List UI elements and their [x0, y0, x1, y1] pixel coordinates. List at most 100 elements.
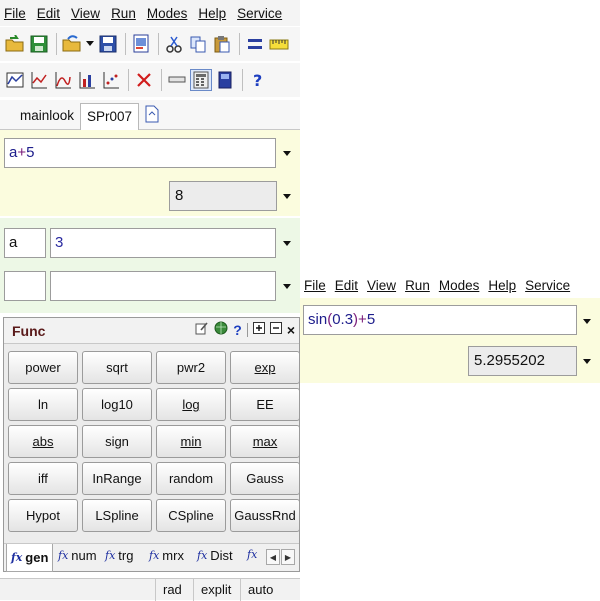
tab-mrx-label: mrx [162, 548, 184, 563]
expression-input[interactable]: sin(0.3)+5 [303, 305, 577, 335]
save-as-icon[interactable] [97, 33, 119, 55]
minimize-panel-icon[interactable] [166, 69, 188, 91]
func-abs-button[interactable]: abs [8, 425, 78, 458]
globe-icon[interactable] [214, 321, 228, 338]
fx-icon: fx [149, 549, 160, 562]
open-folder-icon[interactable] [4, 33, 26, 55]
menu-edit[interactable]: Edit [335, 278, 358, 293]
expression-dropdown-arrow[interactable] [283, 151, 291, 156]
chart-area-icon[interactable] [4, 69, 26, 91]
expression-operator: + [17, 144, 27, 161]
func-sign-button[interactable]: sign [82, 425, 152, 458]
status-angle-mode[interactable]: rad [155, 579, 191, 601]
expression-number: 0.3 [332, 311, 354, 328]
expression-input[interactable]: a+5 [4, 138, 276, 168]
tab-scroll-left-icon[interactable]: ◀ [266, 549, 280, 565]
tab-dist[interactable]: fx Dist [197, 548, 233, 563]
ruler-icon[interactable] [268, 33, 290, 55]
menu-edit-label: Edit [36, 5, 61, 21]
menu-view[interactable]: View [367, 278, 396, 293]
func-inrange-button[interactable]: InRange [82, 462, 152, 495]
tab-spr007[interactable]: SPr007 [80, 103, 140, 131]
func-lspline-button[interactable]: LSpline [82, 499, 152, 532]
func-exp-button[interactable]: exp [230, 351, 300, 384]
equals-icon[interactable] [244, 33, 266, 55]
new-tab-icon[interactable] [144, 105, 162, 123]
menu-run[interactable]: Run [405, 278, 430, 293]
func-log10-button[interactable]: log10 [82, 388, 152, 421]
func-random-button[interactable]: random [156, 462, 226, 495]
close-icon[interactable]: × [287, 322, 295, 338]
result-dropdown-arrow[interactable] [583, 359, 591, 364]
func-sqrt-button[interactable]: sqrt [82, 351, 152, 384]
func-min-button[interactable]: min [156, 425, 226, 458]
collapse-icon[interactable] [269, 322, 282, 337]
result-dropdown-arrow[interactable] [283, 194, 291, 199]
menu-help[interactable]: Help [198, 6, 226, 21]
variable-dropdown-arrow-empty[interactable] [283, 284, 291, 289]
tab-overflow[interactable]: fx [247, 548, 260, 561]
expression-number: 5 [366, 311, 376, 328]
status-auto-mode[interactable]: auto [240, 579, 300, 601]
cut-icon[interactable] [163, 33, 185, 55]
chevron-down-icon[interactable] [85, 33, 95, 55]
func-ee-button[interactable]: EE [230, 388, 300, 421]
tab-mainlook[interactable]: mainlook [14, 103, 80, 130]
open-file-icon[interactable] [61, 33, 83, 55]
tab-num[interactable]: fx num [58, 548, 97, 563]
func-cspline-button[interactable]: CSpline [156, 499, 226, 532]
menu-help[interactable]: Help [488, 278, 516, 293]
copy-icon[interactable] [187, 33, 209, 55]
paste-icon[interactable] [211, 33, 233, 55]
variable-name-field[interactable]: a [4, 228, 46, 258]
expand-icon[interactable] [252, 322, 265, 337]
help-icon[interactable]: ? [247, 69, 269, 91]
edit-icon[interactable] [195, 321, 209, 338]
func-log-button[interactable]: log [156, 388, 226, 421]
variable-name-field-empty[interactable] [4, 271, 46, 301]
func-pwr2-button[interactable]: pwr2 [156, 351, 226, 384]
variable-value-field-empty[interactable] [50, 271, 276, 301]
variable-value-field[interactable]: 3 [50, 228, 276, 258]
menu-file[interactable]: File [304, 278, 326, 293]
toolbar-separator [239, 33, 240, 55]
tab-mrx[interactable]: fx mrx [149, 548, 184, 563]
chart-bar-icon[interactable] [76, 69, 98, 91]
window-icon[interactable] [214, 69, 236, 91]
menu-edit[interactable]: Edit [37, 6, 60, 21]
func-gauss-button[interactable]: Gauss [230, 462, 300, 495]
menu-service[interactable]: Service [237, 6, 282, 21]
menu-run[interactable]: Run [111, 6, 136, 21]
variable-dropdown-arrow[interactable] [283, 241, 291, 246]
menu-service[interactable]: Service [525, 278, 570, 293]
expression-panel: sin(0.3)+5 5.2955202 [300, 298, 600, 383]
expression-dropdown-arrow[interactable] [583, 319, 591, 324]
menu-view[interactable]: View [71, 6, 100, 21]
chart-line-icon[interactable] [28, 69, 50, 91]
tab-scroll-right-icon[interactable]: ▶ [281, 549, 295, 565]
func-iff-button[interactable]: iff [8, 462, 78, 495]
func-ln-button[interactable]: ln [8, 388, 78, 421]
close-icon[interactable] [133, 69, 155, 91]
menu-edit-label: Edit [334, 277, 359, 293]
status-explit-mode[interactable]: explit [193, 579, 239, 601]
save-icon[interactable] [28, 33, 50, 55]
func-power-button[interactable]: power [8, 351, 78, 384]
tab-gen[interactable]: fx gen [6, 544, 54, 572]
menu-modes[interactable]: Modes [147, 6, 188, 21]
menu-modes[interactable]: Modes [439, 278, 480, 293]
result-field: 8 [169, 181, 277, 211]
tab-trg[interactable]: fx trg [105, 548, 133, 563]
chart-curve-icon[interactable] [52, 69, 74, 91]
print-preview-icon[interactable] [130, 33, 152, 55]
func-max-button[interactable]: max [230, 425, 300, 458]
function-panel: Func ? × power sqrt pwr2 exp ln log10 lo… [3, 317, 300, 572]
function-category-tabs: fx gen fx num fx trg fx mrx fx Dist fx ◀ ▶ [4, 543, 299, 572]
menu-file[interactable]: File [4, 6, 26, 21]
func-gaussrnd-button[interactable]: GaussRnd [230, 499, 300, 532]
func-hypot-button[interactable]: Hypot [8, 499, 78, 532]
chart-scatter-icon[interactable] [100, 69, 122, 91]
menu-modes-label: Modes [438, 277, 480, 293]
calculator-icon[interactable] [190, 69, 212, 91]
help-icon[interactable]: ? [233, 322, 242, 338]
